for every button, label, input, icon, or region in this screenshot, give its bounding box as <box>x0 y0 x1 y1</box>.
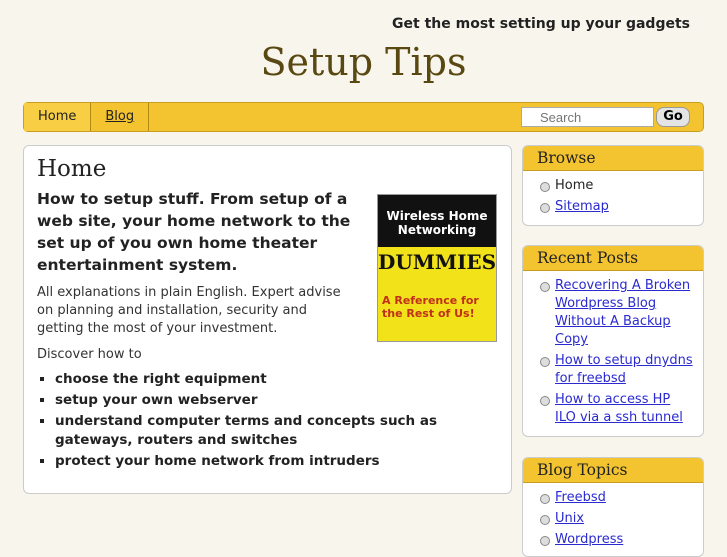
recent-post-link[interactable]: Recovering A Broken Wordpress Blog Witho… <box>555 278 690 347</box>
topic-link[interactable]: Unix <box>555 511 584 526</box>
widget-title: Recent Posts <box>523 246 703 271</box>
main-content: Home How to setup stuff. From setup of a… <box>23 145 512 494</box>
intro-paragraph: All explanations in plain English. Exper… <box>37 285 341 336</box>
page-title: Home <box>37 156 107 182</box>
go-button[interactable]: Go <box>656 107 690 127</box>
discover-text: Discover how to <box>37 347 142 362</box>
search-input[interactable] <box>521 107 654 127</box>
list-item: choose the right equipment <box>55 370 498 389</box>
nav-bar: Home Blog Go <box>23 102 704 132</box>
list-item: understand computer terms and concepts s… <box>55 412 498 450</box>
list-item: protect your home network from intruders <box>55 452 498 471</box>
feature-list: choose the right equipment setup your ow… <box>37 370 498 471</box>
nav-blog[interactable]: Blog <box>91 103 150 131</box>
recent-post-link[interactable]: How to setup dnydns for freebsd <box>555 353 693 386</box>
recent-posts-widget: Recent Posts Recovering A Broken Wordpre… <box>522 245 704 437</box>
book-title: Wireless Home Networking <box>378 195 496 247</box>
browse-widget: Browse Home Sitemap <box>522 145 704 226</box>
lead-text: How to setup stuff. From setup of a web … <box>37 190 351 274</box>
nav-home[interactable]: Home <box>24 103 92 131</box>
tagline: Get the most setting up your gadgets <box>392 16 690 32</box>
topic-link[interactable]: Freebsd <box>555 490 606 505</box>
widget-title: Blog Topics <box>523 458 703 483</box>
widget-title: Browse <box>523 146 703 171</box>
browse-home[interactable]: Home <box>539 177 693 195</box>
list-item: setup your own webserver <box>55 391 498 410</box>
browse-sitemap[interactable]: Sitemap <box>555 199 609 214</box>
book-brand: DUMMIES <box>378 250 497 274</box>
book-cover-image[interactable]: Wireless Home Networking DUMMIES A Refer… <box>377 194 497 342</box>
blog-topics-widget: Blog Topics Freebsd Unix Wordpress <box>522 457 704 557</box>
recent-post-link[interactable]: How to access HP ILO via a ssh tunnel <box>555 392 683 425</box>
site-title[interactable]: Setup Tips <box>0 40 727 84</box>
book-tagline: A Reference for the Rest of Us! <box>382 294 479 320</box>
